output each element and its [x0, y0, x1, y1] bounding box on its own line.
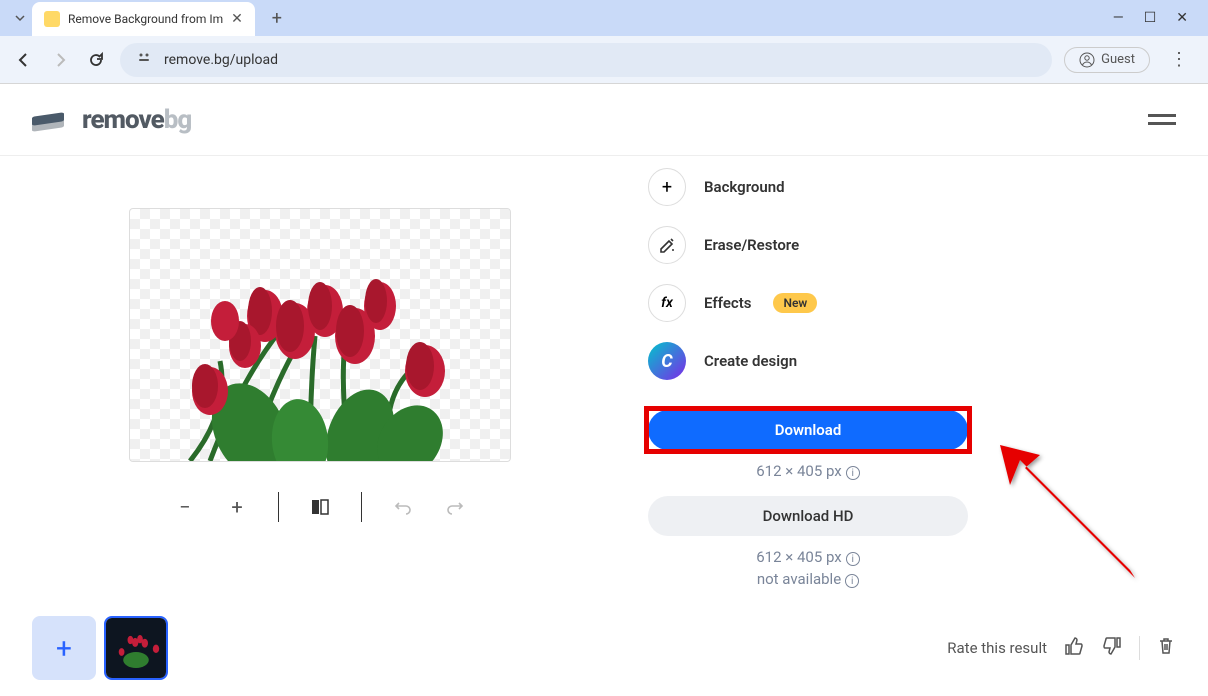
thumbs-up-icon[interactable] [1063, 635, 1085, 662]
main-content: − + + Background Erase/Restore [0, 156, 1208, 588]
profile-button[interactable]: Guest [1064, 47, 1150, 73]
new-tab-button[interactable]: + [263, 4, 291, 32]
effects-tool[interactable]: fx Effects New [648, 284, 980, 322]
canvas-column: − + [0, 168, 640, 588]
new-badge: New [773, 293, 817, 313]
info-icon[interactable]: i [846, 466, 860, 480]
canvas-controls: − + [174, 492, 466, 522]
site-logo[interactable]: removebg [32, 105, 191, 135]
download-dimensions: 612 × 405 pxi [648, 462, 968, 480]
tool-label: Create design [704, 352, 797, 370]
rate-label: Rate this result [947, 639, 1047, 657]
rate-section: Rate this result [947, 635, 1176, 662]
tool-label: Erase/Restore [704, 236, 799, 254]
browser-menu-icon[interactable]: ⋮ [1162, 49, 1196, 70]
tool-label: Effects [704, 294, 751, 312]
divider [278, 492, 279, 522]
profile-label: Guest [1101, 52, 1135, 67]
compare-toggle-icon[interactable] [309, 496, 331, 518]
tool-label: Background [704, 178, 785, 196]
close-window-icon[interactable]: ✕ [1176, 10, 1188, 26]
browser-tab-strip: Remove Background from Im ✕ + — ☐ ✕ [0, 0, 1208, 36]
erase-restore-tool[interactable]: Erase/Restore [648, 226, 980, 264]
download-hd-dimensions: 612 × 405 pxi [648, 548, 968, 566]
hamburger-menu-icon[interactable] [1148, 109, 1176, 130]
maximize-icon[interactable]: ☐ [1144, 10, 1157, 26]
result-canvas[interactable] [129, 208, 511, 462]
url-text: remove.bg/upload [164, 52, 278, 68]
thumbs-down-icon[interactable] [1101, 635, 1123, 662]
thumbnails: + [32, 616, 168, 680]
tab-title: Remove Background from Im [68, 12, 223, 26]
window-controls: — ☐ ✕ [1113, 10, 1200, 26]
logo-text: removebg [82, 105, 191, 135]
download-button[interactable]: Download [648, 410, 968, 450]
tab-list-dropdown[interactable] [8, 6, 32, 30]
close-tab-icon[interactable]: ✕ [231, 11, 243, 27]
plus-icon: + [648, 168, 686, 206]
browser-toolbar: remove.bg/upload Guest ⋮ [0, 36, 1208, 84]
info-icon[interactable]: i [846, 552, 860, 566]
divider [361, 492, 362, 522]
minimize-icon[interactable]: — [1113, 10, 1124, 26]
zoom-in-button[interactable]: + [226, 496, 248, 518]
trash-icon[interactable] [1156, 636, 1176, 661]
divider [1139, 636, 1140, 660]
logo-icon [32, 108, 72, 132]
fx-icon: fx [648, 284, 686, 322]
tab-favicon [44, 11, 60, 27]
download-section: Download 612 × 405 pxi Download HD 612 ×… [648, 410, 980, 588]
forward-button[interactable] [48, 48, 72, 72]
redo-button[interactable] [444, 496, 466, 518]
download-hd-button[interactable]: Download HD [648, 496, 968, 536]
create-design-tool[interactable]: C Create design [648, 342, 980, 380]
browser-tab[interactable]: Remove Background from Im ✕ [32, 2, 255, 36]
zoom-out-button[interactable]: − [174, 496, 196, 518]
erase-icon [648, 226, 686, 264]
site-settings-icon[interactable] [136, 50, 152, 70]
undo-button[interactable] [392, 496, 414, 518]
not-available-text: not availablei [648, 570, 968, 588]
reload-button[interactable] [84, 48, 108, 72]
canva-icon: C [648, 342, 686, 380]
site-header: removebg [0, 84, 1208, 156]
info-icon[interactable]: i [845, 574, 859, 588]
image-thumbnail[interactable] [104, 616, 168, 680]
add-image-button[interactable]: + [32, 616, 96, 680]
address-bar[interactable]: remove.bg/upload [120, 43, 1052, 77]
result-image [150, 241, 490, 461]
background-tool[interactable]: + Background [648, 168, 980, 206]
tools-column: + Background Erase/Restore fx Effects Ne… [640, 168, 980, 588]
back-button[interactable] [12, 48, 36, 72]
bottom-bar: + Rate this result [0, 616, 1208, 680]
